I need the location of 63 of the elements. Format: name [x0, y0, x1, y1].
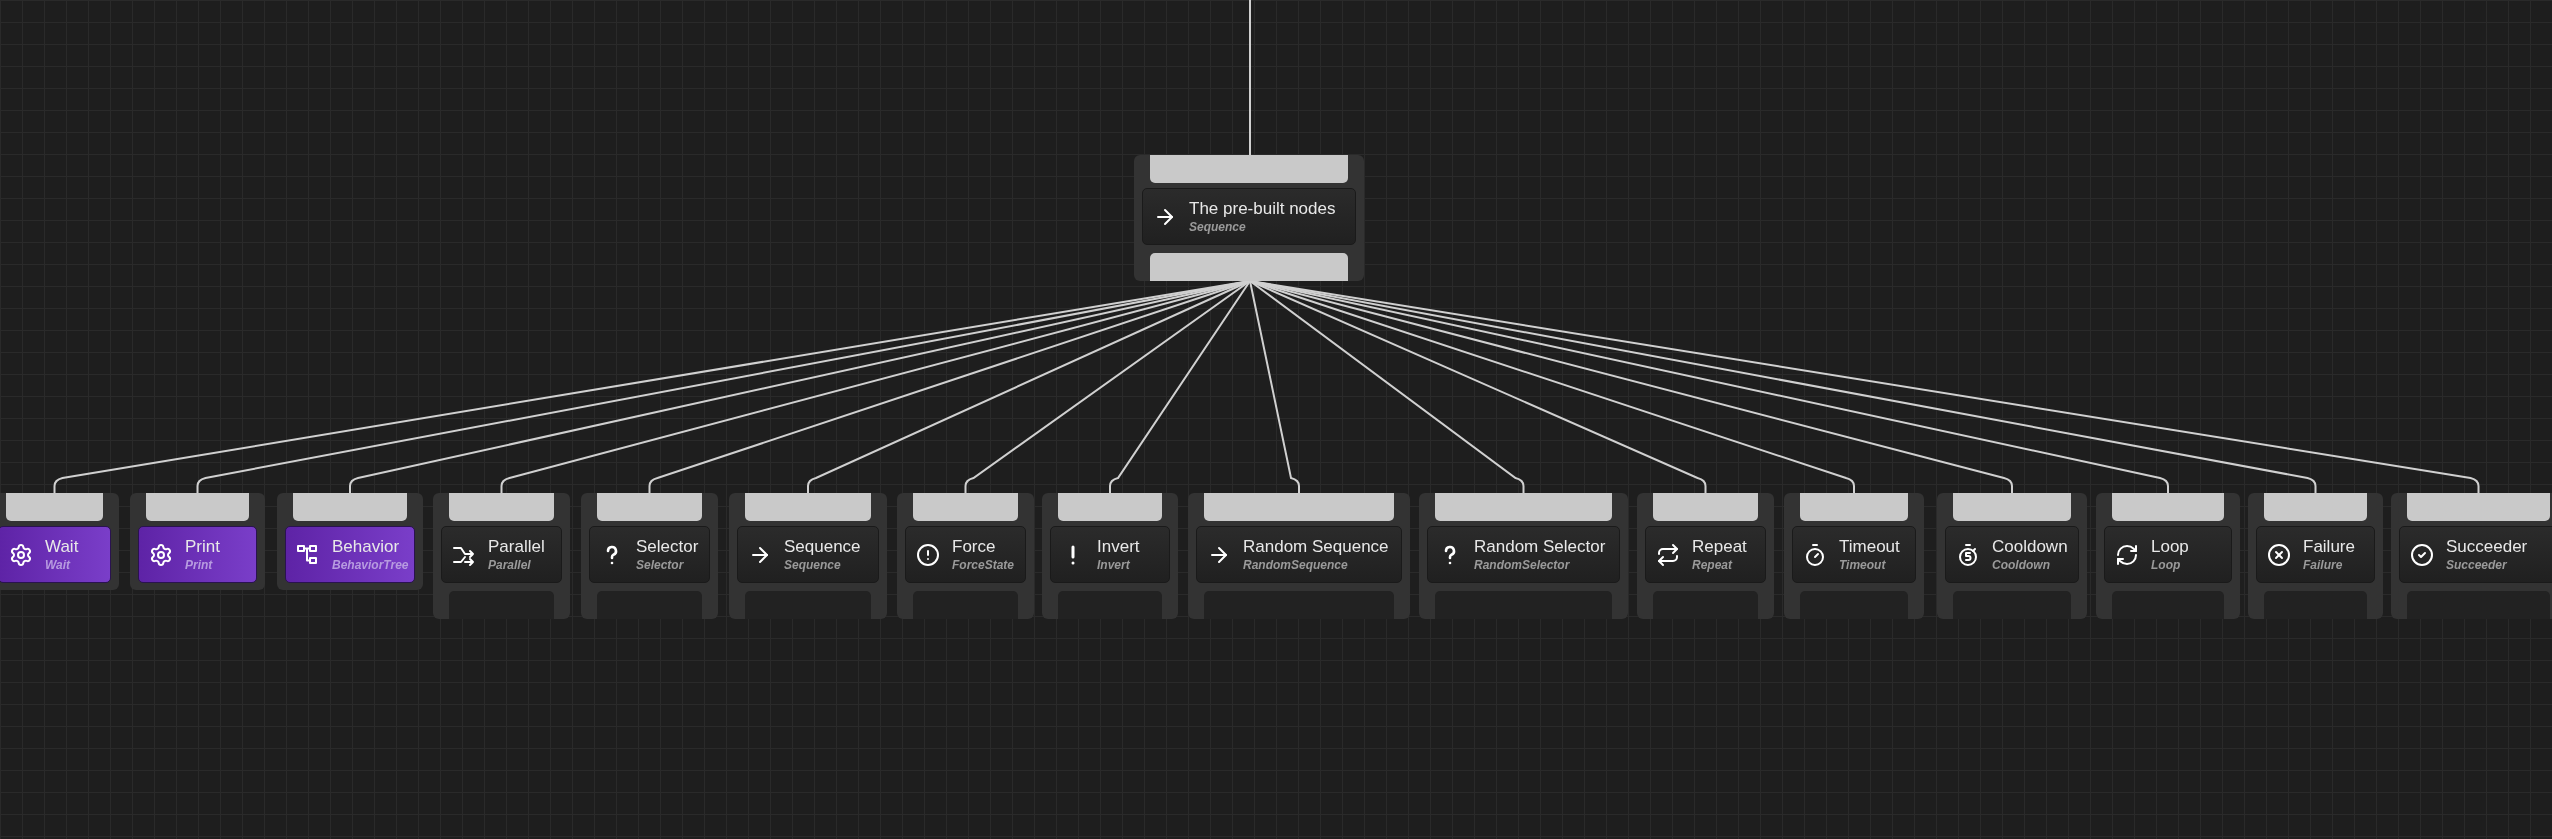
node-type: Loop	[2151, 557, 2182, 573]
stopwatch-icon	[1956, 542, 1980, 567]
node-title: Print	[185, 536, 220, 558]
input-port[interactable]	[6, 493, 103, 521]
node-title: The pre-built nodes	[1189, 198, 1336, 220]
node-type: Selector	[636, 557, 685, 573]
tree-icon	[296, 542, 320, 567]
input-port[interactable]	[1653, 493, 1758, 521]
node-title: Invert	[1097, 536, 1140, 558]
node-type: RandomSequence	[1243, 557, 1349, 573]
node-type: Parallel	[488, 557, 532, 573]
node-type: Failure	[2303, 557, 2344, 573]
node-type: RandomSelector	[1474, 557, 1571, 573]
node-type: BehaviorTree	[332, 557, 409, 573]
loop-arrows-icon	[2115, 542, 2139, 567]
node-title: Sequence	[784, 536, 861, 558]
input-port[interactable]	[1204, 493, 1394, 521]
node-type: Repeat	[1692, 557, 1734, 573]
node-type: Cooldown	[1992, 557, 2051, 573]
input-port[interactable]	[2264, 493, 2367, 521]
node-type: Invert	[1097, 557, 1131, 573]
exclamation-icon	[1069, 543, 1077, 566]
node-type: Wait	[45, 557, 72, 573]
node-title: Loop	[2151, 536, 2189, 558]
input-port[interactable]	[449, 493, 554, 521]
node-title: Selector	[636, 536, 699, 558]
node-title: Failure	[2303, 536, 2355, 558]
node-title: Random Selector	[1474, 536, 1606, 558]
node-title: Cooldown	[1992, 536, 2068, 558]
gear-icon	[9, 542, 33, 567]
input-port[interactable]	[1150, 155, 1348, 183]
input-port[interactable]	[1953, 493, 2071, 521]
alert-circle-icon	[916, 542, 940, 567]
input-port[interactable]	[745, 493, 871, 521]
input-port[interactable]	[1800, 493, 1908, 521]
node-type: Timeout	[1839, 557, 1887, 573]
node-title: Force	[952, 536, 997, 558]
x-circle-icon	[2267, 542, 2291, 567]
node-type: Sequence	[784, 557, 842, 573]
input-port[interactable]	[1435, 493, 1612, 521]
node-type: ForceState	[952, 557, 1015, 573]
node-type: Print	[185, 557, 214, 573]
input-port[interactable]	[146, 493, 249, 521]
node-type: Sequence	[1189, 219, 1247, 235]
node-title: Timeout	[1839, 536, 1900, 558]
node-title: Random Sequence	[1243, 536, 1389, 558]
output-port[interactable]	[1150, 253, 1348, 281]
input-port[interactable]	[913, 493, 1018, 521]
node-title: Parallel	[488, 536, 545, 558]
node-title: Succeeder	[2446, 536, 2528, 558]
node-title: Wait	[45, 536, 79, 558]
stopwatch-icon	[1803, 542, 1827, 567]
input-port[interactable]	[1058, 493, 1162, 521]
input-port[interactable]	[293, 493, 407, 521]
repeat-icon	[1656, 542, 1680, 567]
gear-icon	[149, 542, 173, 567]
input-port[interactable]	[597, 493, 702, 521]
check-circle-icon	[2410, 542, 2434, 567]
input-port[interactable]	[2407, 493, 2550, 521]
node-title: Repeat	[1692, 536, 1747, 558]
node-type: Succeeder	[2446, 557, 2508, 573]
node-title: Behavior	[332, 536, 401, 558]
input-port[interactable]	[2112, 493, 2224, 521]
